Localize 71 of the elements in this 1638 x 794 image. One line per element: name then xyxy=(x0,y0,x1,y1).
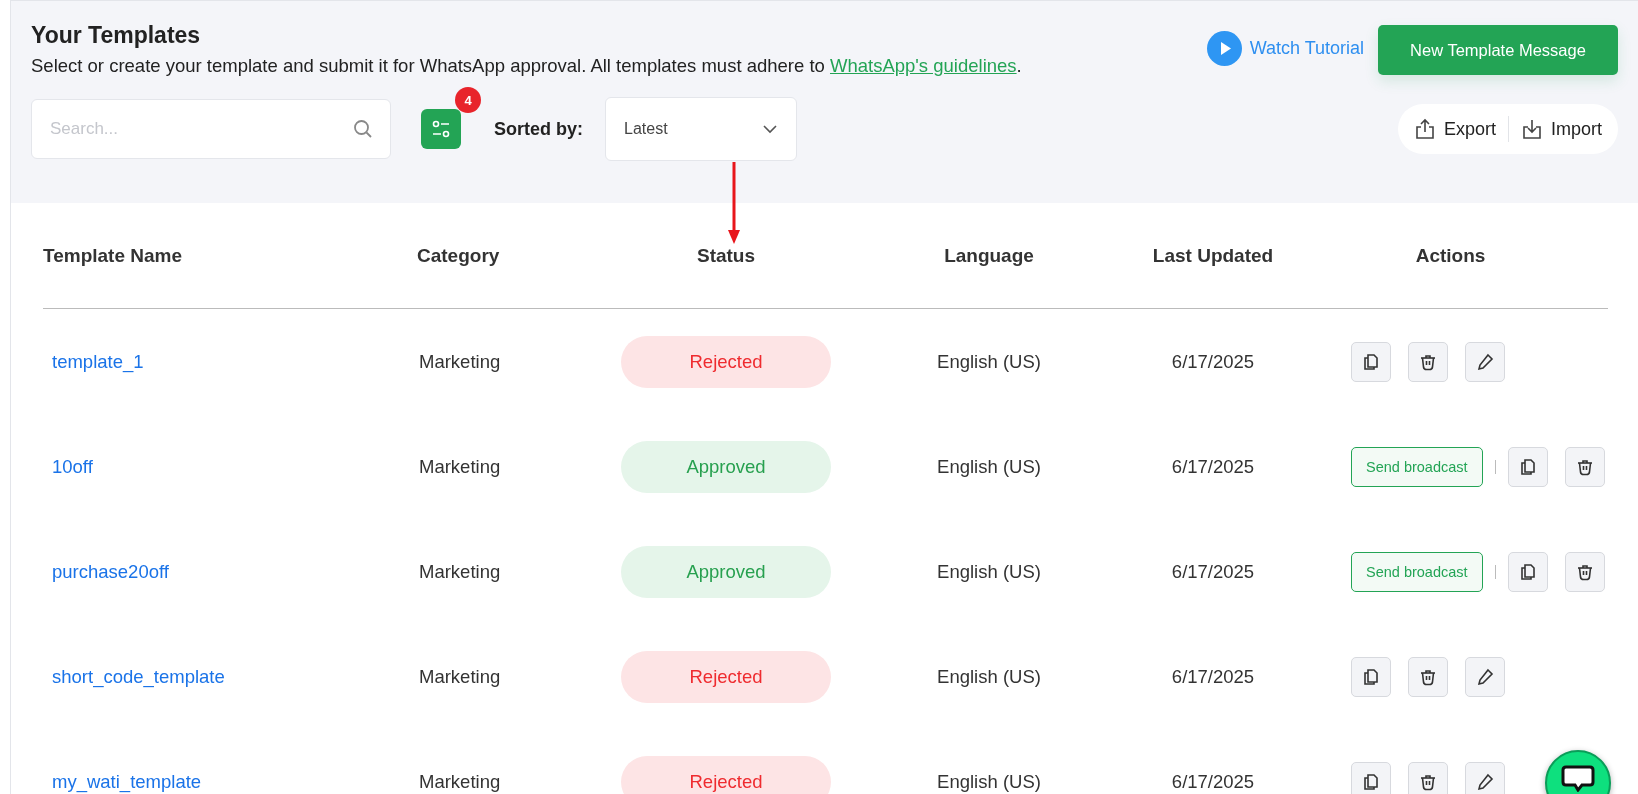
duplicate-button[interactable] xyxy=(1507,446,1548,487)
table-cell-text: Marketing xyxy=(418,455,502,478)
table-cell-text: 6/17/2025 xyxy=(1170,350,1256,373)
table-cell-text: Marketing xyxy=(418,350,502,373)
edit-button[interactable] xyxy=(1465,341,1505,382)
table-cell-text: 6/17/2025 xyxy=(1170,560,1256,583)
search-icon xyxy=(353,119,373,139)
chat-icon xyxy=(1561,764,1595,792)
table-cell-text: English (US) xyxy=(936,560,1042,583)
upload-icon xyxy=(1413,118,1436,140)
template-name-link[interactable]: my_wati_template xyxy=(43,769,208,794)
table-cell-text: 6/17/2025 xyxy=(1170,665,1256,688)
copy-icon xyxy=(1361,351,1381,372)
export-button[interactable]: Export xyxy=(1409,118,1500,140)
sort-label: Sorted by: xyxy=(494,118,583,140)
filter-button[interactable] xyxy=(421,109,461,149)
pencil-icon xyxy=(1475,771,1495,792)
watch-tutorial-link[interactable]: Watch Tutorial xyxy=(1206,31,1364,66)
status-badge: Rejected xyxy=(621,650,831,703)
delete-button[interactable] xyxy=(1564,551,1605,592)
template-name-link[interactable]: short_code_template xyxy=(43,664,231,689)
column-header: Category xyxy=(417,244,501,267)
duplicate-button[interactable] xyxy=(1507,551,1548,592)
table-cell-text: 6/17/2025 xyxy=(1170,770,1256,793)
send-broadcast-button[interactable]: Send broadcast xyxy=(1351,446,1483,487)
chevron-down-icon xyxy=(762,124,778,134)
pencil-icon xyxy=(1475,351,1495,372)
template-name-link[interactable]: template_1 xyxy=(43,349,150,374)
send-broadcast-button[interactable]: Send broadcast xyxy=(1351,551,1483,592)
table-cell-text: Marketing xyxy=(418,665,502,688)
duplicate-button[interactable] xyxy=(1351,656,1391,697)
table-cell-text: English (US) xyxy=(936,665,1042,688)
table-cell-text: English (US) xyxy=(936,350,1042,373)
guidelines-link[interactable]: WhatsApp's guidelines xyxy=(830,55,1017,76)
template-name-link[interactable]: 10off xyxy=(43,454,99,479)
sliders-icon xyxy=(431,120,451,138)
status-badge: Rejected xyxy=(621,335,831,388)
delete-button[interactable] xyxy=(1408,656,1448,697)
page-description: Select or create your template and submit it for WhatsApp approval. All templates must adhere to WhatsApp's guidelines. xyxy=(31,55,1023,77)
table-cell-text: 6/17/2025 xyxy=(1170,455,1256,478)
edit-button[interactable] xyxy=(1465,761,1505,794)
delete-button[interactable] xyxy=(1408,341,1448,382)
status-badge: Approved xyxy=(621,440,831,493)
play-icon xyxy=(1206,31,1242,66)
table-cell-text: English (US) xyxy=(936,770,1042,793)
table-cell-text: Marketing xyxy=(418,560,502,583)
column-header: Last Updated xyxy=(1151,244,1275,267)
table-cell-text: Marketing xyxy=(418,770,502,793)
duplicate-button[interactable] xyxy=(1351,761,1391,794)
edit-button[interactable] xyxy=(1465,656,1505,697)
search-field[interactable]: Search... xyxy=(31,99,391,159)
template-name-link[interactable]: purchase20off xyxy=(43,559,175,584)
table-cell-text: English (US) xyxy=(936,455,1042,478)
download-icon xyxy=(1521,118,1543,140)
pencil-icon xyxy=(1475,666,1495,687)
duplicate-button[interactable] xyxy=(1351,341,1391,382)
new-template-button[interactable]: New Template Message xyxy=(1378,25,1618,75)
import-button[interactable]: Import xyxy=(1517,118,1606,140)
filter-count-badge: 4 xyxy=(455,87,481,113)
delete-button[interactable] xyxy=(1408,761,1448,794)
copy-icon xyxy=(1361,666,1381,687)
page-title: Your Templates xyxy=(31,21,202,49)
column-header: Status xyxy=(695,244,757,267)
column-header: Language xyxy=(943,244,1035,267)
column-header: Template Name xyxy=(43,244,184,267)
copy-icon xyxy=(1361,771,1381,792)
status-badge: Approved xyxy=(621,545,831,598)
status-badge: Rejected xyxy=(621,755,831,794)
sort-dropdown[interactable]: Latest xyxy=(605,97,797,161)
delete-button[interactable] xyxy=(1564,446,1605,487)
column-header: Actions xyxy=(1414,244,1487,267)
